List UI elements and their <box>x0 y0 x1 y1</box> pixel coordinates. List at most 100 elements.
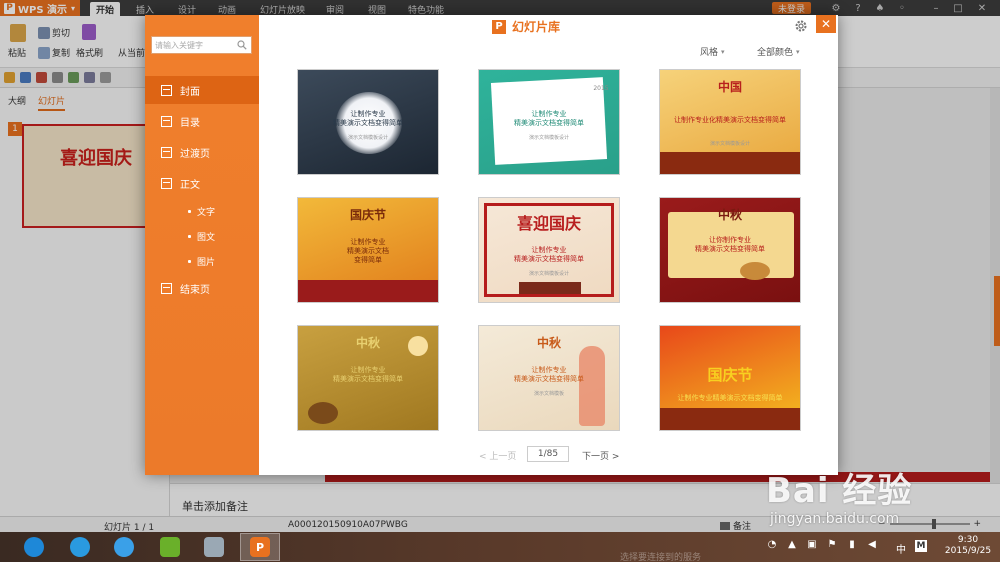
contents-icon <box>161 115 172 127</box>
template-big-title: 喜迎国庆 <box>516 214 581 233</box>
template-card[interactable]: 中秋让你制作专业 精美演示文档变得简单 <box>659 197 801 303</box>
taskbar-app-ie[interactable] <box>60 533 100 561</box>
nav-cover-label: 封面 <box>180 86 200 98</box>
up-arrow-icon[interactable]: ▲ <box>786 538 798 550</box>
category-sidebar: 封面 目录 过渡页 正文 文字 图文 图片 结束页 <box>145 15 259 475</box>
template-title: 让制作专业 精美演示文档变得简单 <box>514 110 584 127</box>
template-title: 让你制作专业 精美演示文档变得简单 <box>695 236 765 253</box>
taskbar: P ◔ ▲ ▣ ⚑ ▮ ◀ 中 M 9:30 2015/9/25 <box>0 532 1000 562</box>
template-big-title: 中国 <box>717 80 742 94</box>
search-box[interactable] <box>151 36 252 54</box>
template-skyline <box>519 282 581 294</box>
prev-page-button[interactable]: < 上一页 <box>479 449 516 462</box>
template-subtitle: 演示文档模板设计 <box>347 135 388 141</box>
template-card[interactable]: 国庆节让制作专业精美演示文档变得简单 <box>659 325 801 431</box>
watermark-url: jingyan.baidu.com <box>770 511 900 527</box>
nav-body-label: 正文 <box>180 179 200 191</box>
template-skyline <box>660 152 800 174</box>
close-button[interactable]: ✕ <box>816 15 836 33</box>
slide-library-dialog: 封面 目录 过渡页 正文 文字 图文 图片 结束页 P 幻灯片库 ✕ <box>145 15 838 475</box>
background-faint-text: 选择要连接到的服务 <box>620 553 702 562</box>
template-skyline <box>298 280 438 302</box>
nav-contents[interactable]: 目录 <box>145 107 259 135</box>
template-figure <box>579 346 605 426</box>
nav-sub-image[interactable]: 图片 <box>188 255 215 268</box>
template-card[interactable]: 2015 让制作专业 精美演示文档变得简单演示文档模板设计 <box>478 69 620 175</box>
cover-icon <box>161 84 172 96</box>
flag-icon[interactable]: ⚑ <box>826 538 838 550</box>
dialog-title: P 幻灯片库 <box>492 18 560 35</box>
clock[interactable]: 9:30 2015/9/25 <box>940 535 996 557</box>
search-icon[interactable] <box>237 40 247 50</box>
taskbar-app-torrent[interactable] <box>150 533 190 561</box>
template-card[interactable]: 让制作专业 精美演示文档变得简单演示文档模板设计 <box>297 69 439 175</box>
browser-icon <box>70 537 90 557</box>
color-filter-label: 全部颜色 <box>757 48 794 58</box>
template-subtitle: 演示文档模板设计 <box>528 135 569 141</box>
nav-ending-label: 结束页 <box>180 284 210 296</box>
template-subtitle: 演示文档模板设计 <box>709 141 750 147</box>
template-mooncake <box>308 402 338 424</box>
torrent-icon <box>160 537 180 557</box>
page-number-input[interactable]: 1/85 <box>527 446 569 462</box>
body-icon <box>161 177 172 189</box>
template-year: 2015 <box>593 85 609 92</box>
volume-icon[interactable]: ◀ <box>866 538 878 550</box>
template-big-title: 国庆节 <box>707 366 753 384</box>
template-subtitle: 演示文档模板 <box>533 391 564 397</box>
template-title: 让制作专业精美演示文档变得简单 <box>677 394 783 402</box>
template-card[interactable]: 喜迎国庆 让制作专业 精美演示文档变得简单 演示文档模板设计 <box>478 197 620 303</box>
filter-bar: 风格 ▾ 全部颜色 ▾ <box>259 39 838 63</box>
template-subtitle: 演示文档模板设计 <box>528 271 569 277</box>
clock-time: 9:30 <box>957 535 979 545</box>
style-filter[interactable]: 风格 ▾ <box>700 45 725 59</box>
template-big-title: 国庆节 <box>349 208 386 222</box>
template-title: 让制作专业化精美演示文档变得简单 <box>674 116 786 124</box>
template-mooncake <box>740 262 770 280</box>
nav-transition[interactable]: 过渡页 <box>145 138 259 166</box>
nav-contents-label: 目录 <box>180 117 200 129</box>
taskbar-app-wps[interactable]: P <box>240 533 280 561</box>
nav-body[interactable]: 正文 <box>145 169 259 197</box>
next-page-button[interactable]: 下一页 > <box>582 449 619 462</box>
baidu-watermark: Bai 经验 jingyan.baidu.com <box>760 455 1000 535</box>
template-big-title: 中秋 <box>355 336 380 350</box>
template-skyline <box>660 408 800 430</box>
dialog-header: P 幻灯片库 ✕ <box>259 15 838 39</box>
compass-icon <box>114 537 134 557</box>
taskbar-app-window[interactable] <box>194 533 234 561</box>
template-card[interactable]: 中秋让制作专业 精美演示文档变得简单演示文档模板 <box>478 325 620 431</box>
template-card[interactable]: 中国让制作专业化精美演示文档变得简单 演示文档模板设计 <box>659 69 801 175</box>
template-title: 让制作专业 精美演示文档变得简单 <box>514 366 584 383</box>
nav-cover[interactable]: 封面 <box>145 76 259 104</box>
nav-transition-label: 过渡页 <box>180 148 210 160</box>
input-language[interactable]: 中 <box>896 541 906 556</box>
template-title: 让制作专业 精美演示文档变得简单 <box>333 366 403 383</box>
input-method[interactable]: M <box>915 540 927 552</box>
watermark-brand: Bai 经验 <box>766 471 913 511</box>
wps-logo-icon: P <box>492 19 506 34</box>
template-card[interactable]: 中秋让制作专业 精美演示文档变得简单 <box>297 325 439 431</box>
taskbar-app-qq[interactable] <box>14 533 54 561</box>
search-input[interactable] <box>155 38 235 52</box>
app-tray-icon[interactable]: ▣ <box>806 538 818 550</box>
template-big-title: 中秋 <box>717 208 742 222</box>
nav-sub-text[interactable]: 文字 <box>188 205 215 218</box>
dialog-title-text: 幻灯片库 <box>512 20 561 34</box>
gear-icon[interactable] <box>794 19 808 33</box>
template-card[interactable]: 国庆节让制作专业 精美演示文档 变得简单 <box>297 197 439 303</box>
color-filter[interactable]: 全部颜色 ▾ <box>757 45 800 59</box>
qq-icon <box>24 537 44 557</box>
battery-icon[interactable]: ▮ <box>846 538 858 550</box>
chevron-down-icon: ▾ <box>796 47 800 56</box>
template-title: 让制作专业 精美演示文档 变得简单 <box>347 238 389 264</box>
nav-ending[interactable]: 结束页 <box>145 274 259 302</box>
taskbar-app-safari[interactable] <box>104 533 144 561</box>
nav-sub-image-text[interactable]: 图文 <box>188 230 215 243</box>
clock-date: 2015/9/25 <box>944 546 992 556</box>
wifi-icon[interactable]: ◔ <box>766 538 778 550</box>
chevron-down-icon: ▾ <box>721 47 725 56</box>
transition-icon <box>161 146 172 158</box>
template-big-title: 中秋 <box>536 336 561 350</box>
template-title: 让制作专业 精美演示文档变得简单 <box>333 110 403 127</box>
